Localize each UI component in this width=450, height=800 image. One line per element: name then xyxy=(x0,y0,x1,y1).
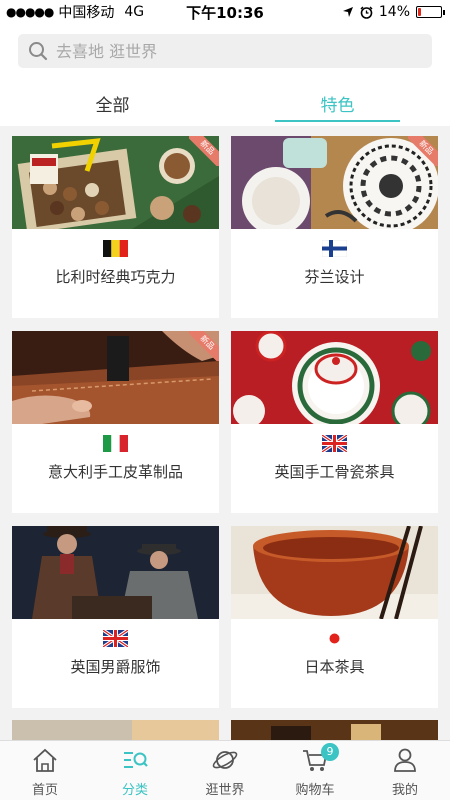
card-title: 英国男爵服饰 xyxy=(70,658,161,676)
home-icon xyxy=(33,748,57,772)
location-icon xyxy=(342,7,353,17)
nav-category[interactable]: 分类 xyxy=(90,741,180,800)
card-finnish-design[interactable]: 新品 芬兰设计 xyxy=(231,136,438,318)
card-title: 日本茶具 xyxy=(304,658,365,676)
card-title: 英国手工骨瓷茶具 xyxy=(274,463,395,481)
card-title: 比利时经典巧克力 xyxy=(55,268,176,286)
card-image: 新品 xyxy=(12,331,219,424)
nav-label: 逛世界 xyxy=(205,783,245,798)
italy-flag-icon xyxy=(103,435,128,452)
tab-featured[interactable]: 特色 xyxy=(225,92,450,126)
bottom-nav: 首页 分类 逛世界 9 购物车 我的 xyxy=(0,740,450,800)
new-tag: 新品 xyxy=(189,136,219,166)
status-right: 14% xyxy=(342,0,445,24)
new-tag: 新品 xyxy=(408,136,438,166)
card-italian-leather[interactable]: 新品 意大利手工皮革制品 xyxy=(12,331,219,513)
user-icon xyxy=(394,748,416,772)
battery-fill xyxy=(418,8,421,16)
card-image: 新品 xyxy=(231,136,438,229)
nav-explore[interactable]: 逛世界 xyxy=(180,741,270,800)
card-title: 芬兰设计 xyxy=(304,268,365,286)
finland-flag-icon xyxy=(322,240,347,257)
card-english-bone-china[interactable]: 英国手工骨瓷茶具 xyxy=(231,331,438,513)
status-bar: ●●●●● 中国移动 4G 下午10:36 14% xyxy=(0,0,450,24)
nav-label: 购物车 xyxy=(295,783,335,798)
category-tabs: 全部 特色 xyxy=(0,92,450,126)
planet-icon xyxy=(212,751,238,769)
nav-label: 我的 xyxy=(391,783,418,798)
nav-cart[interactable]: 9 购物车 xyxy=(270,741,360,800)
belgium-flag-icon xyxy=(103,240,128,257)
card-belgian-chocolate[interactable]: 新品 比利时经典巧克力 xyxy=(12,136,219,318)
tab-all[interactable]: 全部 xyxy=(0,92,225,126)
uk-flag-icon xyxy=(103,630,128,647)
card-image xyxy=(231,331,438,424)
search-bar[interactable] xyxy=(18,34,432,68)
card-english-baron-clothing[interactable]: 英国男爵服饰 xyxy=(12,526,219,708)
card-title: 意大利手工皮革制品 xyxy=(47,463,183,481)
category-icon xyxy=(124,752,148,768)
search-icon xyxy=(29,42,48,61)
card-image xyxy=(12,526,219,619)
new-tag: 新品 xyxy=(189,331,219,361)
header: 全部 特色 xyxy=(0,24,450,126)
battery-percent: 14% xyxy=(378,4,410,20)
search-input[interactable] xyxy=(56,41,386,61)
nav-mine[interactable]: 我的 xyxy=(360,741,450,800)
japan-flag-icon xyxy=(329,633,340,644)
nav-label: 分类 xyxy=(121,783,148,798)
card-japanese-tea-set[interactable]: 日本茶具 xyxy=(231,526,438,708)
nav-label: 首页 xyxy=(31,783,58,798)
card-image xyxy=(231,526,438,619)
screen: ●●●●● 中国移动 4G 下午10:36 14% 全部 特色 xyxy=(0,0,450,800)
card-image: 新品 xyxy=(12,136,219,229)
uk-flag-icon xyxy=(322,435,347,452)
nav-home[interactable]: 首页 xyxy=(0,741,90,800)
alarm-icon xyxy=(360,5,373,19)
battery-icon xyxy=(416,6,445,18)
cart-badge: 9 xyxy=(321,743,339,761)
